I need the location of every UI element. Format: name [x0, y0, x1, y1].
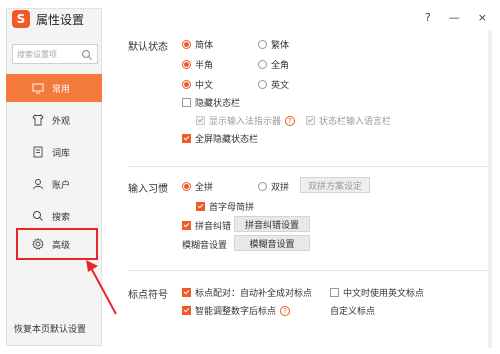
sidebar-item-account[interactable]: 账户 [6, 170, 102, 198]
checkbox-pinyin-correction[interactable]: 拼音纠错 [182, 219, 231, 232]
sogou-logo-icon: S [12, 10, 30, 28]
settings-window: S 属性设置 常用 外观 词库 账户 [0, 0, 500, 354]
divider [128, 166, 488, 167]
sidebar-item-label: 词库 [52, 148, 71, 159]
book-icon [33, 146, 43, 158]
brand: S 属性设置 [12, 10, 84, 28]
page-title: 属性设置 [36, 12, 85, 27]
checkbox-disabled-checked[interactable] [196, 116, 205, 125]
radio-unchecked[interactable] [258, 40, 267, 49]
radio-traditional[interactable]: 繁体 [258, 38, 289, 51]
radio-unchecked[interactable] [258, 182, 267, 191]
sidebar-item-label: 外观 [52, 116, 71, 127]
sidebar-item-dictionary[interactable]: 词库 [6, 138, 102, 166]
help-icon[interactable]: ? [285, 115, 296, 126]
double-pinyin-scheme-button[interactable]: 双拼方案设定 [300, 177, 370, 193]
radio-halfwidth[interactable]: 半角 [182, 58, 213, 71]
restore-defaults-button[interactable]: 恢复本页默认设置 [14, 322, 86, 335]
checkbox-checked[interactable] [182, 221, 191, 230]
checkbox-hide-status-bar[interactable]: 隐藏状态栏 [182, 96, 240, 109]
radio-checked[interactable] [182, 40, 191, 49]
checkbox-unchecked[interactable] [182, 98, 191, 107]
close-button[interactable]: × [478, 11, 487, 24]
sidebar-item-appearance[interactable]: 外观 [6, 106, 102, 134]
monitor-icon [32, 83, 44, 94]
red-arrow-annotation [86, 260, 117, 315]
minimize-button[interactable]: — [449, 11, 460, 24]
fuzzy-sound-settings-button[interactable]: 模糊音设置 [234, 235, 310, 251]
radio-checked[interactable] [182, 60, 191, 69]
checkbox-disabled-checked[interactable] [306, 116, 315, 125]
radio-checked[interactable] [182, 182, 191, 191]
search-icon [33, 211, 43, 221]
search-icon[interactable] [81, 49, 93, 61]
radio-unchecked[interactable] [258, 60, 267, 69]
shirt-icon [32, 114, 44, 126]
checkbox-english-punct[interactable]: 中文时使用英文标点 [330, 286, 424, 299]
radio-unchecked[interactable] [258, 80, 267, 89]
scrollbar[interactable] [488, 30, 492, 348]
sidebar-item-search[interactable]: 搜索 [6, 202, 102, 230]
checkbox-checked[interactable] [182, 306, 191, 315]
window-controls: ? — × [416, 8, 496, 26]
radio-fullwidth[interactable]: 全角 [258, 58, 289, 71]
sidebar-item-label: 常用 [52, 84, 71, 95]
help-button[interactable]: ? [425, 11, 431, 24]
radio-chinese[interactable]: 中文 [182, 78, 213, 91]
checkbox-checked[interactable] [196, 202, 205, 211]
checkbox-unchecked[interactable] [330, 288, 339, 297]
highlight-box [16, 228, 98, 260]
divider [128, 270, 488, 271]
section-label-default-state: 默认状态 [128, 42, 168, 53]
radio-english[interactable]: 英文 [258, 78, 289, 91]
sidebar-item-common[interactable]: 常用 [6, 74, 102, 102]
sidebar-item-label: 搜索 [52, 212, 71, 223]
fuzzy-sound-label: 模糊音设置 [182, 241, 228, 251]
checkbox-smart-adjust[interactable]: 智能调整数字后标点 ? [182, 304, 291, 317]
radio-checked[interactable] [182, 80, 191, 89]
radio-double-pinyin[interactable]: 双拼 [258, 180, 289, 193]
search-input[interactable] [17, 49, 81, 59]
checkbox-status-bar-lang[interactable]: 状态栏输入语言栏 [306, 114, 391, 127]
checkbox-checked[interactable] [182, 134, 191, 143]
sidebar-item-label: 账户 [52, 180, 71, 191]
search-box[interactable] [12, 44, 98, 64]
section-label-punctuation: 标点符号 [128, 290, 168, 301]
checkbox-punct-pairing[interactable]: 标点配对：自动补全成对标点 [182, 286, 312, 299]
checkbox-show-indicator[interactable]: 显示输入法指示器 ? [196, 114, 296, 127]
section-label-input-habit: 输入习惯 [128, 184, 168, 195]
custom-punctuation-link[interactable]: 自定义标点 [330, 304, 375, 317]
radio-simplified[interactable]: 简体 [182, 38, 213, 51]
help-icon[interactable]: ? [280, 305, 291, 316]
checkbox-checked[interactable] [182, 288, 191, 297]
pinyin-correction-settings-button[interactable]: 拼音纠错设置 [234, 216, 310, 232]
user-icon [33, 179, 43, 190]
checkbox-initial-letters[interactable]: 首字母简拼 [196, 200, 254, 213]
radio-full-pinyin[interactable]: 全拼 [182, 180, 213, 193]
checkbox-fullscreen-hide[interactable]: 全屏隐藏状态栏 [182, 132, 258, 145]
